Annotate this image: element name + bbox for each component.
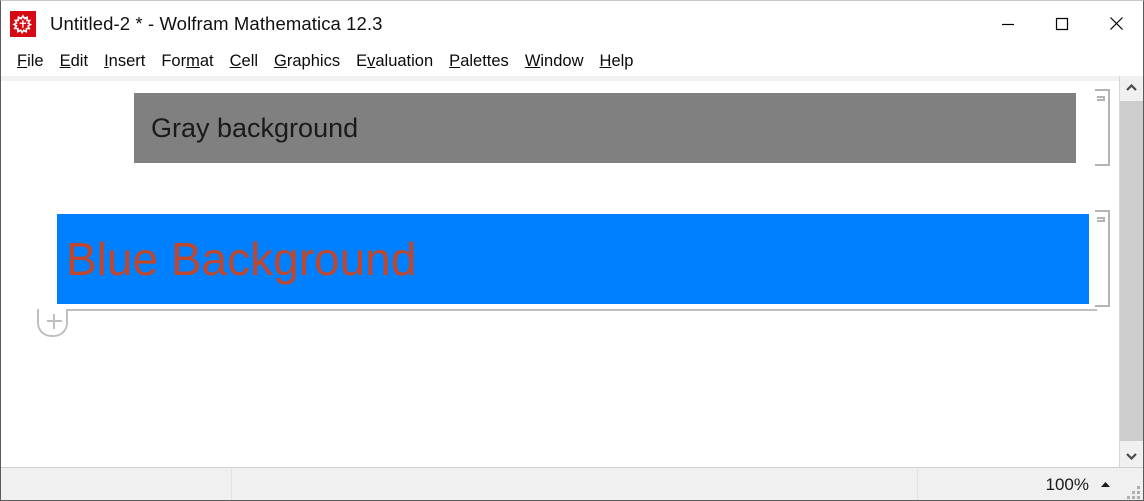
menu-label-post: elp	[611, 52, 634, 70]
resize-grip-icon[interactable]	[1126, 485, 1140, 499]
caret-up-icon[interactable]	[1100, 481, 1111, 488]
chevron-down-icon[interactable]	[1120, 444, 1143, 467]
menu-item-palettes[interactable]: Palettes	[441, 46, 517, 76]
notebook-canvas[interactable]: Gray background Blue Background	[1, 76, 1119, 467]
menu-label-key: G	[274, 52, 287, 70]
chevron-up-icon[interactable]	[1120, 76, 1143, 99]
status-bar: 100%	[1, 467, 1143, 501]
menu-item-cell[interactable]: Cell	[222, 46, 266, 76]
close-button[interactable]	[1089, 1, 1143, 46]
menu-label-key: m	[186, 52, 200, 70]
menu-label-post: nsert	[108, 52, 146, 70]
menu-item-graphics[interactable]: Graphics	[266, 46, 348, 76]
add-cell-button[interactable]	[37, 309, 68, 337]
menu-label-post: ile	[27, 52, 44, 70]
plus-icon	[47, 314, 62, 329]
scrollbar-thumb[interactable]	[1120, 101, 1143, 441]
mathematica-window: Untitled-2 * - Wolfram Mathematica 12.3	[0, 0, 1144, 501]
cell-bracket-gray[interactable]	[1095, 89, 1110, 166]
menu-item-edit[interactable]: Edit	[52, 46, 96, 76]
menu-label-post: dit	[70, 52, 89, 70]
menu-item-format[interactable]: Format	[153, 46, 221, 76]
cell-gray-background-text: Gray background	[151, 112, 359, 143]
cell-blue-background[interactable]: Blue Background	[57, 214, 1089, 304]
menu-label-post: indow	[540, 52, 584, 70]
menu-label-post: raphics	[286, 52, 341, 70]
menu-shadow-divider	[1, 76, 1119, 81]
menu-bar: File Edit Insert Format Cell Graphics Ev…	[1, 46, 1143, 76]
cell-gray-background[interactable]: Gray background	[134, 93, 1076, 163]
window-controls	[981, 1, 1143, 46]
menu-label-post: at	[199, 52, 214, 70]
cell-insertion-point[interactable]	[37, 309, 1097, 339]
menu-item-file[interactable]: File	[9, 46, 52, 76]
menu-label-key: W	[524, 52, 541, 70]
menu-item-window[interactable]: Window	[517, 46, 592, 76]
zoom-level-value: 100%	[1045, 475, 1089, 494]
zoom-control[interactable]: 100%	[1046, 468, 1117, 501]
maximize-button[interactable]	[1035, 1, 1089, 46]
menu-label-post: aluation	[375, 52, 434, 70]
menu-label-key: F	[17, 52, 28, 70]
status-divider	[231, 469, 232, 501]
cell-bracket-blue[interactable]	[1095, 210, 1110, 307]
menu-label-key: P	[449, 52, 461, 70]
menu-label-key: E	[59, 52, 71, 70]
vertical-scrollbar[interactable]	[1119, 76, 1143, 467]
menu-label-key: H	[599, 52, 612, 70]
window-title: Untitled-2 * - Wolfram Mathematica 12.3	[50, 12, 383, 34]
insertion-line	[68, 309, 1097, 311]
menu-item-insert[interactable]: Insert	[96, 46, 153, 76]
menu-label-key: C	[229, 52, 242, 70]
menu-label-post: alettes	[460, 52, 509, 70]
menu-label-post: ell	[241, 52, 259, 70]
cell-blue-background-text: Blue Background	[66, 233, 417, 285]
mathematica-spikey-icon[interactable]	[10, 11, 36, 37]
menu-item-evaluation[interactable]: Evaluation	[348, 46, 441, 76]
menu-label-pre: For	[161, 52, 187, 70]
menu-label-pre: E	[356, 52, 368, 70]
minimize-button[interactable]	[981, 1, 1035, 46]
menu-item-help[interactable]: Help	[592, 46, 642, 76]
status-divider	[917, 469, 918, 501]
title-bar[interactable]: Untitled-2 * - Wolfram Mathematica 12.3	[1, 1, 1143, 46]
